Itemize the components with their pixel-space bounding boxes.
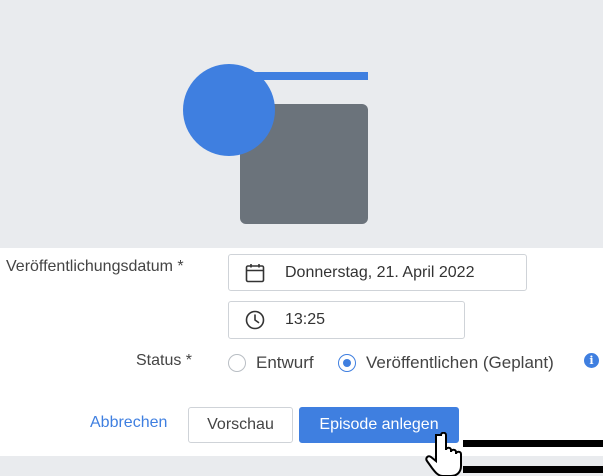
time-field[interactable]: 13:25 <box>228 301 465 339</box>
clock-icon <box>244 309 266 331</box>
episode-form: Veröffentlichungsdatum * Donnerstag, 21.… <box>0 248 603 456</box>
illustration-circle <box>183 64 275 156</box>
date-value: Donnerstag, 21. April 2022 <box>285 263 475 281</box>
status-option-label: Entwurf <box>256 353 314 372</box>
info-icon[interactable]: i <box>584 353 599 368</box>
preview-button[interactable]: Vorschau <box>188 407 293 443</box>
radio-draft[interactable] <box>228 354 246 372</box>
status-option-draft[interactable]: Entwurf <box>228 353 314 373</box>
date-field[interactable]: Donnerstag, 21. April 2022 <box>228 254 527 291</box>
cancel-link[interactable]: Abbrechen <box>90 414 167 432</box>
hand-pointer-icon <box>425 432 603 476</box>
status-option-label: Veröffentlichen (Geplant) <box>366 353 554 372</box>
calendar-icon <box>244 262 266 284</box>
time-value: 13:25 <box>285 311 326 328</box>
radio-publish[interactable] <box>338 354 356 372</box>
date-label: Veröffentlichungsdatum * <box>6 258 184 275</box>
status-option-publish[interactable]: Veröffentlichen (Geplant) <box>338 353 554 373</box>
podcast-illustration <box>183 64 368 224</box>
illustration-area <box>0 0 603 248</box>
status-label: Status * <box>136 352 193 369</box>
